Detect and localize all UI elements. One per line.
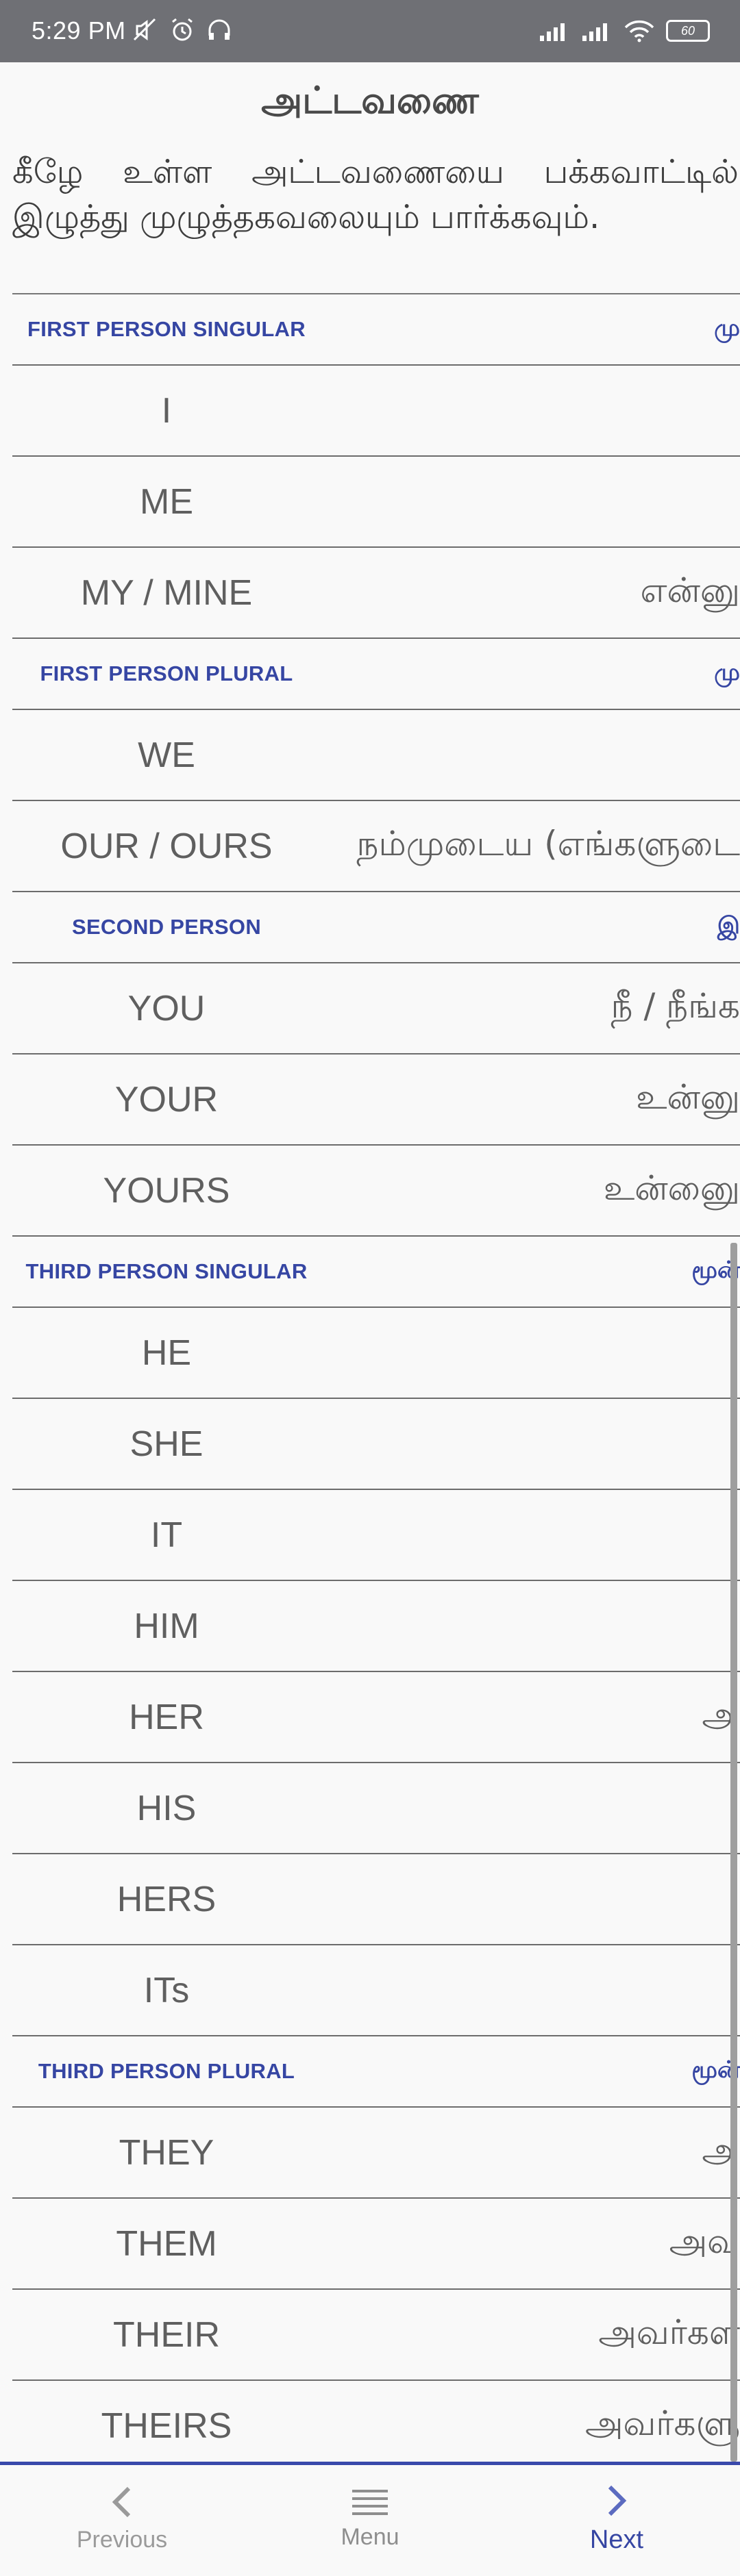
table-row: THEM அவ xyxy=(12,2199,740,2290)
pronoun-ta: என்னு xyxy=(640,570,740,610)
table-row: HE xyxy=(12,1308,740,1399)
pronoun-en: HER xyxy=(129,1697,204,1737)
pronoun-ta: அவர்களு xyxy=(584,2403,740,2443)
pronoun-en: THEIR xyxy=(113,2314,220,2355)
table-row: MY / MINE என்னு xyxy=(12,548,740,639)
menu-label: Menu xyxy=(341,2524,399,2550)
pronoun-ta: அவர்கள xyxy=(598,2312,740,2352)
table-row: SHE xyxy=(12,1399,740,1490)
scrollbar[interactable] xyxy=(730,1243,737,2462)
pronoun-en: THEY xyxy=(119,2132,214,2173)
pronoun-en: YOU xyxy=(127,988,206,1028)
table-row: ITs xyxy=(12,1945,740,2036)
section-heading: THIRD PERSON SINGULAR மூன் xyxy=(12,1237,740,1308)
pronoun-table[interactable]: FIRST PERSON SINGULAR மு I ME MY / MINE … xyxy=(0,294,740,2472)
table-row: ME xyxy=(12,457,740,548)
section-heading-ta: மு xyxy=(714,314,740,342)
status-time: 5:29 PM xyxy=(32,16,126,45)
pronoun-ta: அவ xyxy=(669,2221,740,2261)
pronoun-en: ITs xyxy=(143,1970,190,2010)
pronoun-en: YOUR xyxy=(114,1079,219,1120)
signal-icon xyxy=(540,23,565,41)
section-heading: THIRD PERSON PLURAL மூன் xyxy=(12,2036,740,2108)
intro-text: கீழே உள்ள அட்டவணையை பக்கவாட்டில் இழுத்து… xyxy=(12,153,739,236)
pronoun-ta: உன்னு xyxy=(636,1077,740,1117)
table-row: YOUR உன்னு xyxy=(12,1055,740,1146)
table-row: OUR / OURS நம்முடைய (எங்களுடை xyxy=(12,801,740,892)
pronoun-en: WE xyxy=(138,735,195,775)
pronoun-en: HIM xyxy=(134,1606,199,1646)
pronoun-ta: உன்னுை xyxy=(603,1168,740,1208)
battery-icon: 60 xyxy=(666,20,710,42)
mute-icon xyxy=(133,18,156,41)
section-heading-en: FIRST PERSON PLURAL xyxy=(40,661,293,685)
pronoun-ta: நீ / நீங்க xyxy=(610,986,740,1026)
section-heading-en: SECOND PERSON xyxy=(71,915,262,939)
headset-icon xyxy=(208,19,230,40)
pronoun-en: SHE xyxy=(130,1424,204,1464)
previous-button[interactable]: Previous xyxy=(19,2465,225,2573)
pronoun-en: THEM xyxy=(116,2223,217,2264)
next-button[interactable]: Next xyxy=(514,2465,719,2573)
wifi-icon xyxy=(624,20,654,42)
pronoun-ta: நம்முடைய (எங்களுடை xyxy=(356,824,740,863)
table-row: THEY அ xyxy=(12,2108,740,2199)
table-row: HIS xyxy=(12,1763,740,1854)
section-heading-ta: மு xyxy=(714,659,740,686)
pronoun-en: OUR / OURS xyxy=(60,826,273,866)
section-heading-en: THIRD PERSON PLURAL xyxy=(38,2059,295,2083)
signal-icon xyxy=(582,23,607,41)
table-row: HER அ xyxy=(12,1672,740,1763)
section-heading: FIRST PERSON SINGULAR மு xyxy=(12,294,740,366)
pronoun-en: I xyxy=(161,390,172,431)
previous-label: Previous xyxy=(76,2527,168,2553)
pronoun-en: THEIRS xyxy=(101,2405,232,2446)
pronoun-en: MY / MINE xyxy=(80,572,253,613)
pronoun-en: IT xyxy=(150,1515,183,1555)
chevron-left-icon xyxy=(112,2486,131,2518)
next-label: Next xyxy=(589,2525,644,2554)
pronoun-en: HE xyxy=(141,1333,192,1373)
table-row: THEIR அவர்கள xyxy=(12,2290,740,2381)
table-row: HIM xyxy=(12,1581,740,1672)
table-row: WE xyxy=(12,710,740,801)
table-row: IT xyxy=(12,1490,740,1581)
table-row: I xyxy=(12,366,740,457)
pronoun-en: ME xyxy=(140,481,193,522)
section-heading-ta: இ xyxy=(717,912,740,939)
status-right-icons: 60 xyxy=(539,19,710,42)
menu-icon xyxy=(352,2490,388,2515)
table-row: HERS xyxy=(12,1854,740,1945)
section-heading: SECOND PERSON இ xyxy=(12,892,740,963)
chevron-right-icon xyxy=(608,2485,627,2516)
menu-button[interactable]: Menu xyxy=(267,2465,473,2573)
pronoun-en: HIS xyxy=(136,1788,197,1828)
section-heading: FIRST PERSON PLURAL மு xyxy=(12,639,740,710)
table-row: THEIRS அவர்களு xyxy=(12,2381,740,2472)
status-left-icons xyxy=(132,16,233,44)
alarm-icon xyxy=(172,18,193,41)
table-row: YOU நீ / நீங்க xyxy=(12,963,740,1055)
page-title: அட்டவணை xyxy=(261,79,479,122)
pronoun-en: YOURS xyxy=(103,1170,230,1211)
pronoun-en: HERS xyxy=(116,1879,217,1919)
status-bar: 5:29 PM 60 xyxy=(0,0,740,62)
table-row: YOURS உன்னுை xyxy=(12,1146,740,1237)
section-heading-en: THIRD PERSON SINGULAR xyxy=(25,1259,308,1283)
bottom-nav: Previous Menu Next xyxy=(0,2462,740,2576)
section-heading-en: FIRST PERSON SINGULAR xyxy=(27,317,306,341)
